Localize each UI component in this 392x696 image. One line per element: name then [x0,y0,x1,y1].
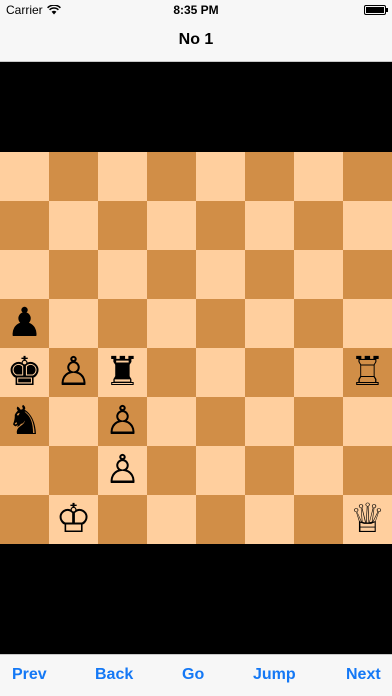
back-button[interactable]: Back [95,666,133,684]
square-f2[interactable] [245,446,294,495]
white-pawn-icon[interactable]: ♙ [98,397,147,446]
square-e7[interactable] [196,201,245,250]
square-c8[interactable] [98,152,147,201]
square-a1[interactable] [0,495,49,544]
white-pawn-icon[interactable]: ♙ [49,348,98,397]
square-d3[interactable] [147,397,196,446]
square-g5[interactable] [294,299,343,348]
square-g4[interactable] [294,348,343,397]
square-d7[interactable] [147,201,196,250]
square-b7[interactable] [49,201,98,250]
square-b5[interactable] [49,299,98,348]
square-f3[interactable] [245,397,294,446]
square-g3[interactable] [294,397,343,446]
square-b8[interactable] [49,152,98,201]
square-g2[interactable] [294,446,343,495]
square-h7[interactable] [343,201,392,250]
square-d4[interactable] [147,348,196,397]
page-title: No 1 [178,31,214,48]
chess-board[interactable]: ♟ ♚ ♙ ♜ ♖ ♞ ♙ ♙ ♔ ♕ [0,152,392,544]
square-g6[interactable] [294,250,343,299]
square-e1[interactable] [196,495,245,544]
black-king-icon[interactable]: ♚ [0,348,49,397]
square-c5[interactable] [98,299,147,348]
square-g8[interactable] [294,152,343,201]
black-knight-icon[interactable]: ♞ [0,397,49,446]
board-area: ♟ ♚ ♙ ♜ ♖ ♞ ♙ ♙ ♔ ♕ [0,62,392,654]
square-h5[interactable] [343,299,392,348]
square-e4[interactable] [196,348,245,397]
next-button[interactable]: Next [346,666,381,684]
square-f1[interactable] [245,495,294,544]
go-button[interactable]: Go [182,666,204,684]
square-e8[interactable] [196,152,245,201]
square-f4[interactable] [245,348,294,397]
white-queen-icon[interactable]: ♕ [343,495,392,544]
square-c6[interactable] [98,250,147,299]
square-e2[interactable] [196,446,245,495]
battery-icon [364,5,388,15]
square-a2[interactable] [0,446,49,495]
jump-button[interactable]: Jump [253,666,296,684]
status-time: 8:35 PM [173,3,219,17]
square-g7[interactable] [294,201,343,250]
nav-bar: No 1 [0,20,392,62]
square-f6[interactable] [245,250,294,299]
square-a6[interactable] [0,250,49,299]
square-c1[interactable] [98,495,147,544]
black-pawn-icon[interactable]: ♟ [0,299,49,348]
square-e3[interactable] [196,397,245,446]
square-d2[interactable] [147,446,196,495]
square-b2[interactable] [49,446,98,495]
toolbar: Prev Back Go Jump Next [0,654,392,696]
square-a7[interactable] [0,201,49,250]
prev-button[interactable]: Prev [12,666,47,684]
square-h8[interactable] [343,152,392,201]
square-e6[interactable] [196,250,245,299]
square-a8[interactable] [0,152,49,201]
square-d1[interactable] [147,495,196,544]
square-f8[interactable] [245,152,294,201]
white-pawn-icon[interactable]: ♙ [98,446,147,495]
square-e5[interactable] [196,299,245,348]
status-bar: Carrier 8:35 PM [0,0,392,20]
square-d6[interactable] [147,250,196,299]
square-b3[interactable] [49,397,98,446]
black-rook-icon[interactable]: ♜ [98,348,147,397]
square-h6[interactable] [343,250,392,299]
white-king-icon[interactable]: ♔ [49,495,98,544]
square-b6[interactable] [49,250,98,299]
square-f7[interactable] [245,201,294,250]
square-h2[interactable] [343,446,392,495]
white-rook-icon[interactable]: ♖ [343,348,392,397]
square-h3[interactable] [343,397,392,446]
square-d8[interactable] [147,152,196,201]
square-d5[interactable] [147,299,196,348]
square-f5[interactable] [245,299,294,348]
square-c7[interactable] [98,201,147,250]
square-g1[interactable] [294,495,343,544]
battery-fill [366,7,384,13]
